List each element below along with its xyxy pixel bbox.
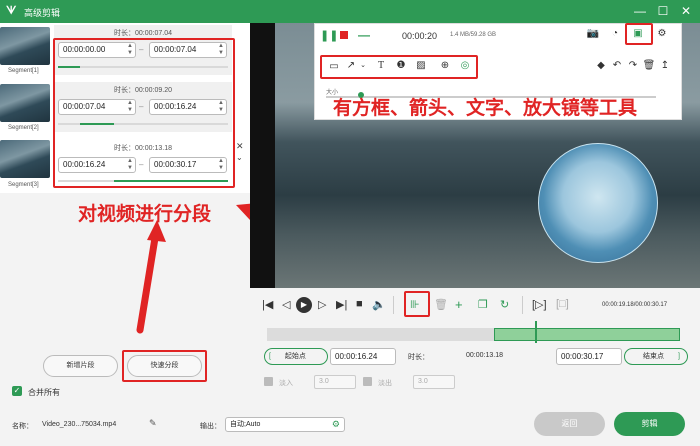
- split-highlight: [404, 291, 430, 317]
- playhead[interactable]: [535, 321, 537, 343]
- new-segment-button[interactable]: 新增片段: [43, 355, 118, 377]
- output-select[interactable]: 自动;Auto ⚙: [225, 417, 345, 432]
- copy-icon[interactable]: ❐: [478, 298, 488, 311]
- loop-range-icon[interactable]: [□]: [556, 298, 569, 310]
- play-range-icon[interactable]: [▷]: [532, 298, 547, 311]
- fast-split-highlight: [122, 350, 207, 382]
- play-icon[interactable]: ▶: [296, 297, 312, 313]
- skip-start-icon[interactable]: |◀: [262, 298, 273, 311]
- fade-in-input[interactable]: 3.0: [314, 375, 356, 389]
- recording-size: 1.4 MB/59.28 GB: [450, 32, 497, 38]
- annotation-tools: 有方框、箭头、文字、放大镜等工具: [333, 98, 638, 119]
- fade-in-checkbox[interactable]: [264, 377, 273, 386]
- timer-icon[interactable]: ◔: [608, 28, 622, 39]
- fade-out-label: 淡出: [378, 380, 392, 387]
- start-time-input[interactable]: 00:00:16.24: [330, 348, 396, 365]
- add-icon[interactable]: +: [455, 297, 463, 312]
- pause-icon[interactable]: ❚❚: [320, 29, 338, 42]
- timeline-selection[interactable]: [494, 328, 680, 341]
- tools-highlight: [320, 55, 478, 79]
- step-forward-icon[interactable]: ▷: [318, 298, 326, 311]
- merge-all-checkbox[interactable]: ✓: [12, 386, 22, 396]
- timeline[interactable]: [267, 328, 680, 341]
- time-display: 00:00:19.18/00:00:30.17: [602, 302, 668, 308]
- camera-icon[interactable]: 📷: [586, 28, 600, 39]
- toolbox-highlight: [625, 23, 653, 45]
- name-label: 名称：: [12, 423, 33, 430]
- divider: [393, 296, 394, 314]
- end-time-input[interactable]: 00:00:30.17: [556, 348, 622, 365]
- back-button[interactable]: 返回: [534, 412, 605, 436]
- magnifier-lens[interactable]: [538, 143, 658, 263]
- skip-end-icon[interactable]: ▶|: [336, 298, 347, 311]
- stop-icon[interactable]: ■: [356, 298, 363, 310]
- fade-in-label: 淡入: [279, 380, 293, 387]
- start-point-button[interactable]: [ 起始点: [264, 348, 328, 365]
- gear-icon[interactable]: ⚙: [332, 418, 340, 431]
- pin-icon[interactable]: ↥: [658, 60, 672, 71]
- fade-out-checkbox[interactable]: [363, 377, 372, 386]
- end-point-button[interactable]: 结束点]: [624, 348, 688, 365]
- minimize-toolbar-icon[interactable]: —: [358, 28, 370, 42]
- divider: [522, 296, 523, 314]
- eraser-icon[interactable]: ◆: [594, 60, 608, 71]
- step-back-icon[interactable]: ◁: [282, 298, 290, 311]
- redo-icon[interactable]: ↷: [626, 60, 640, 71]
- recording-time: 00:00:20: [402, 31, 438, 41]
- file-name: Video_230...75034.mp4: [42, 421, 117, 428]
- delete-icon[interactable]: 🗑: [434, 298, 448, 311]
- volume-icon[interactable]: 🔈: [372, 298, 386, 311]
- undo-icon[interactable]: ↶: [610, 60, 624, 71]
- gear-icon[interactable]: ⚙: [655, 28, 669, 39]
- duration-value: 00:00:13.18: [466, 352, 503, 359]
- edit-icon[interactable]: ✎: [149, 418, 157, 429]
- reset-icon[interactable]: ↻: [500, 298, 509, 311]
- fade-out-input[interactable]: 3.0: [413, 375, 455, 389]
- output-label: 输出：: [200, 423, 221, 430]
- cut-button[interactable]: 剪辑: [614, 412, 685, 436]
- merge-all-label: 合并所有: [28, 388, 60, 397]
- delete-icon[interactable]: 🗑: [642, 60, 656, 71]
- duration-label: 时长：: [408, 354, 429, 361]
- stop-icon[interactable]: [340, 31, 348, 39]
